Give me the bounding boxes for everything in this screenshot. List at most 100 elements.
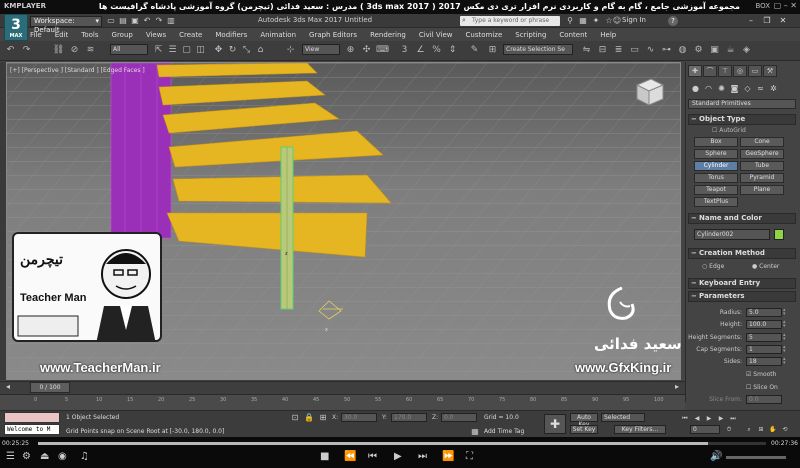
schematic-view-icon[interactable]: ⊶ (660, 44, 673, 57)
keyboard-shortcut-icon[interactable]: ⌨ (376, 44, 389, 57)
menu-views[interactable]: Views (146, 29, 166, 41)
autogrid-checkbox[interactable]: ☐ AutoGrid (712, 127, 746, 134)
menu-graph-editors[interactable]: Graph Editors (309, 29, 357, 41)
player-play-icon[interactable]: ▶ (394, 452, 402, 462)
current-frame-field[interactable]: 0 (690, 425, 720, 434)
smooth-checkbox[interactable]: ☑ Smooth (746, 371, 776, 378)
maxscript-mini-listener[interactable]: Welcome to M (4, 424, 60, 435)
utilities-tab-icon[interactable]: ⚒ (763, 65, 777, 77)
selection-set-dropdown[interactable]: Create Selection Se (503, 44, 573, 55)
connect-icon[interactable]: ✦ (591, 16, 601, 26)
zoom-all-icon[interactable]: ⊞ (756, 425, 766, 434)
help-icon[interactable]: ? (668, 16, 678, 26)
region-select-icon[interactable]: ▢ (180, 44, 193, 57)
absolute-mode-icon[interactable]: ⊞ (318, 413, 328, 423)
curve-editor-icon[interactable]: ∿ (644, 44, 657, 57)
motion-tab-icon[interactable]: ◎ (733, 65, 747, 77)
viewcube[interactable] (635, 78, 665, 106)
scale-icon[interactable]: ⤡ (240, 44, 253, 57)
radius-spinner-icon[interactable]: ▴ ▾ (783, 308, 788, 317)
subscription-icon[interactable]: ▦ (578, 16, 588, 26)
user-icon[interactable]: ☺ (612, 16, 622, 26)
redo-scene-icon[interactable]: ↷ (20, 44, 33, 57)
player-minimize-icon[interactable]: – (784, 1, 788, 10)
player-restore-icon[interactable]: ▢ (774, 1, 782, 10)
time-slider-next-icon[interactable]: ▸ (672, 382, 682, 392)
menu-create[interactable]: Create (179, 29, 202, 41)
goto-start-icon[interactable]: ⏮ (680, 414, 690, 423)
zoom-icon[interactable]: ⌕ (744, 425, 754, 434)
project-folder-icon[interactable]: ▥ (166, 16, 176, 26)
next-frame-icon[interactable]: ▶ (716, 414, 726, 423)
key-filters-button[interactable]: Key Filters... (614, 425, 666, 434)
binoculars-icon[interactable]: ⚲ (565, 16, 575, 26)
torus-button[interactable]: Torus (694, 173, 738, 183)
primitive-type-dropdown[interactable]: Standard Primitives (688, 99, 796, 109)
app-logo-button[interactable]: 3 MAX (4, 14, 28, 41)
selection-filter-dropdown[interactable]: All (110, 44, 148, 55)
player-volume-slider[interactable] (726, 456, 786, 459)
menu-edit[interactable]: Edit (55, 29, 69, 41)
menu-animation[interactable]: Animation (260, 29, 296, 41)
tube-button[interactable]: Tube (740, 161, 784, 171)
select-place-icon[interactable]: ⌂ (254, 44, 267, 57)
menu-scripting[interactable]: Scripting (515, 29, 546, 41)
unlink-icon[interactable]: ⊘ (68, 44, 81, 57)
set-key-icon[interactable]: ✚ (544, 414, 566, 434)
textplus-button[interactable]: TextPlus (694, 197, 738, 207)
parameters-rollout[interactable]: Parameters (688, 291, 796, 302)
pivot-center-icon[interactable]: ⊕ (344, 44, 357, 57)
auto-key-button[interactable]: Auto Key (570, 413, 598, 428)
undo-scene-icon[interactable]: ↶ (4, 44, 17, 57)
goto-end-icon[interactable]: ⏭ (728, 414, 738, 423)
time-slider-track[interactable] (0, 381, 685, 394)
spinner-snap-icon[interactable]: ⇕ (446, 44, 459, 57)
render-setup-icon[interactable]: ⚙ (692, 44, 705, 57)
player-logo[interactable]: KMPLAYER (4, 2, 46, 10)
cap-segments-spinner-icon[interactable]: ▴ ▾ (783, 345, 788, 354)
player-stop-icon[interactable]: ■ (320, 452, 329, 462)
time-config-icon[interactable]: ⏱ (724, 425, 734, 434)
menu-rendering[interactable]: Rendering (370, 29, 406, 41)
signin-button[interactable]: Sign In (622, 16, 646, 24)
lights-icon[interactable]: ✺ (716, 83, 727, 94)
modify-tab-icon[interactable]: ⌒ (703, 65, 717, 77)
teapot-button[interactable]: Teapot (694, 185, 738, 195)
snaps-toggle-icon[interactable]: 3 (398, 44, 411, 57)
height-spinner-icon[interactable]: ▴ ▾ (783, 320, 788, 329)
save-file-icon[interactable]: ▣ (130, 16, 140, 26)
cone-button[interactable]: Cone (740, 137, 784, 147)
pyramid-button[interactable]: Pyramid (740, 173, 784, 183)
prev-frame-icon[interactable]: ◀ (692, 414, 702, 423)
geometry-icon[interactable]: ● (690, 83, 701, 94)
close-icon[interactable]: ✕ (776, 15, 790, 26)
redo-icon[interactable]: ↷ (154, 16, 164, 26)
select-object-icon[interactable]: ⇱ (152, 44, 165, 57)
render-production-icon[interactable]: ☕ (724, 44, 737, 57)
viewport-label[interactable]: [+] [Perspective ] [Standard ] [Edged Fa… (10, 67, 145, 74)
radius-field[interactable]: 5.0 (746, 308, 782, 317)
ribbon-icon[interactable]: ▭ (628, 44, 641, 57)
height-field[interactable]: 100.0 (746, 320, 782, 329)
cameras-icon[interactable]: ◙ (729, 83, 740, 94)
height-segments-spinner-icon[interactable]: ▴ ▾ (783, 333, 788, 342)
slice-on-checkbox[interactable]: ☐ Slice On (746, 384, 778, 391)
player-open-icon[interactable]: ⏏ (40, 452, 49, 462)
play-icon[interactable]: ▶ (704, 414, 714, 423)
edit-named-sets-icon[interactable]: ✎ (468, 44, 481, 57)
move-icon[interactable]: ✥ (212, 44, 225, 57)
display-tab-icon[interactable]: ▭ (748, 65, 762, 77)
player-fullscreen-icon[interactable]: ⛶ (466, 452, 473, 462)
object-type-rollout[interactable]: Object Type (688, 114, 796, 125)
space-warps-icon[interactable]: ≈ (755, 83, 766, 94)
set-key-button[interactable]: Set Key (570, 425, 598, 434)
reference-coord-dropdown[interactable]: View (302, 44, 340, 55)
player-playlist-icon[interactable]: ☰ (6, 452, 15, 462)
player-forward-icon[interactable]: ⏩ (442, 452, 454, 462)
player-seek-bar[interactable] (38, 442, 766, 445)
player-capture-icon[interactable]: ◉ (58, 452, 67, 462)
cylinder-button[interactable]: Cylinder (694, 161, 738, 171)
menu-tools[interactable]: Tools (81, 29, 98, 41)
mirror-icon[interactable]: ⇋ (580, 44, 593, 57)
time-tag-icon[interactable]: ▦ (470, 427, 480, 437)
